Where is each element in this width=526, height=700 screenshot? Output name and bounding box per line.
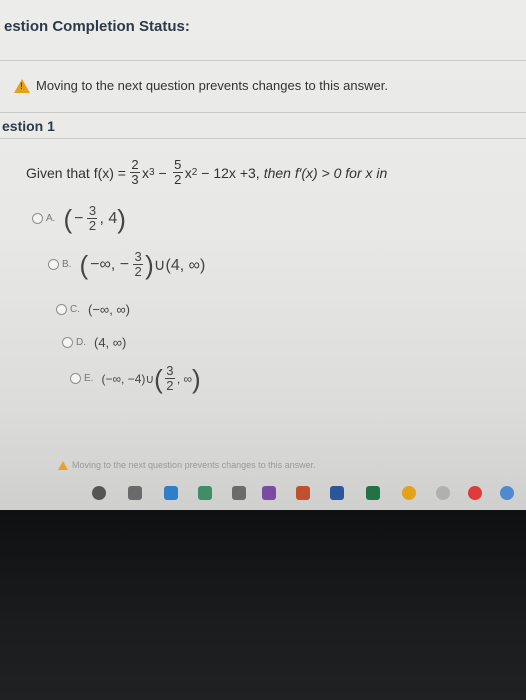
option-math: (4, ∞) <box>94 335 127 350</box>
option-letter: C. <box>70 304 80 315</box>
completion-status-title: estion Completion Status: <box>4 18 190 35</box>
warning-text: Moving to the next question prevents cha… <box>36 78 388 93</box>
chrome-icon[interactable] <box>402 486 416 500</box>
app2-icon[interactable] <box>500 486 514 500</box>
radio-button[interactable] <box>70 373 81 384</box>
footer-warning-text: Moving to the next question prevents cha… <box>72 460 316 470</box>
opera-icon[interactable] <box>468 486 482 500</box>
radio-button[interactable] <box>56 304 67 315</box>
taskbar <box>0 478 526 510</box>
app-icon[interactable] <box>436 486 450 500</box>
monitor-bezel <box>0 510 526 700</box>
circle-icon[interactable] <box>92 486 106 500</box>
option-e[interactable]: E. (−∞, −4)∪ ( 32 , ∞ ) <box>70 364 201 393</box>
option-math: ( −∞, − 32 ) ∪(4, ∞) <box>79 249 206 280</box>
onenote-icon[interactable] <box>262 486 276 500</box>
option-math: (−∞, ∞) <box>88 302 131 317</box>
warning-icon: ! <box>14 78 30 93</box>
option-math: (−∞, −4)∪ ( 32 , ∞ ) <box>101 363 201 394</box>
option-letter: D. <box>76 337 86 348</box>
option-math: ( − 32 , 4 ) <box>63 203 126 234</box>
warning-icon <box>58 460 68 470</box>
divider <box>0 448 526 449</box>
divider <box>0 60 526 61</box>
question-label: estion 1 <box>2 118 55 134</box>
store-icon[interactable] <box>198 486 212 500</box>
edge-icon[interactable] <box>164 486 178 500</box>
option-letter: E. <box>84 373 94 384</box>
option-letter: B. <box>62 259 72 270</box>
radio-button[interactable] <box>48 259 59 270</box>
fraction: 52 <box>172 157 183 187</box>
excel-icon[interactable] <box>366 486 380 500</box>
screen: estion Completion Status: ! Moving to th… <box>0 0 526 510</box>
divider <box>0 112 526 113</box>
option-a[interactable]: A. ( − 32 , 4 ) <box>32 204 126 233</box>
file-explorer-icon[interactable] <box>232 486 246 500</box>
question-text: Given that f(x) = 23 x3 − 52 x2 − 12x +3… <box>26 157 388 187</box>
powerpoint-icon[interactable] <box>296 486 310 500</box>
footer-warning: Moving to the next question prevents cha… <box>58 460 316 470</box>
word-icon[interactable] <box>330 486 344 500</box>
option-b[interactable]: B. ( −∞, − 32 ) ∪(4, ∞) <box>48 250 205 279</box>
task-view-icon[interactable] <box>128 486 142 500</box>
radio-button[interactable] <box>32 213 43 224</box>
divider <box>0 138 526 139</box>
question-prefix: Given that f(x) = <box>26 164 126 181</box>
warning-banner: ! Moving to the next question prevents c… <box>14 78 388 93</box>
option-d[interactable]: D. (4, ∞) <box>62 335 126 350</box>
option-c[interactable]: C. (−∞, ∞) <box>56 302 130 317</box>
option-letter: A. <box>46 213 56 224</box>
fraction: 23 <box>129 157 140 187</box>
radio-button[interactable] <box>62 337 73 348</box>
